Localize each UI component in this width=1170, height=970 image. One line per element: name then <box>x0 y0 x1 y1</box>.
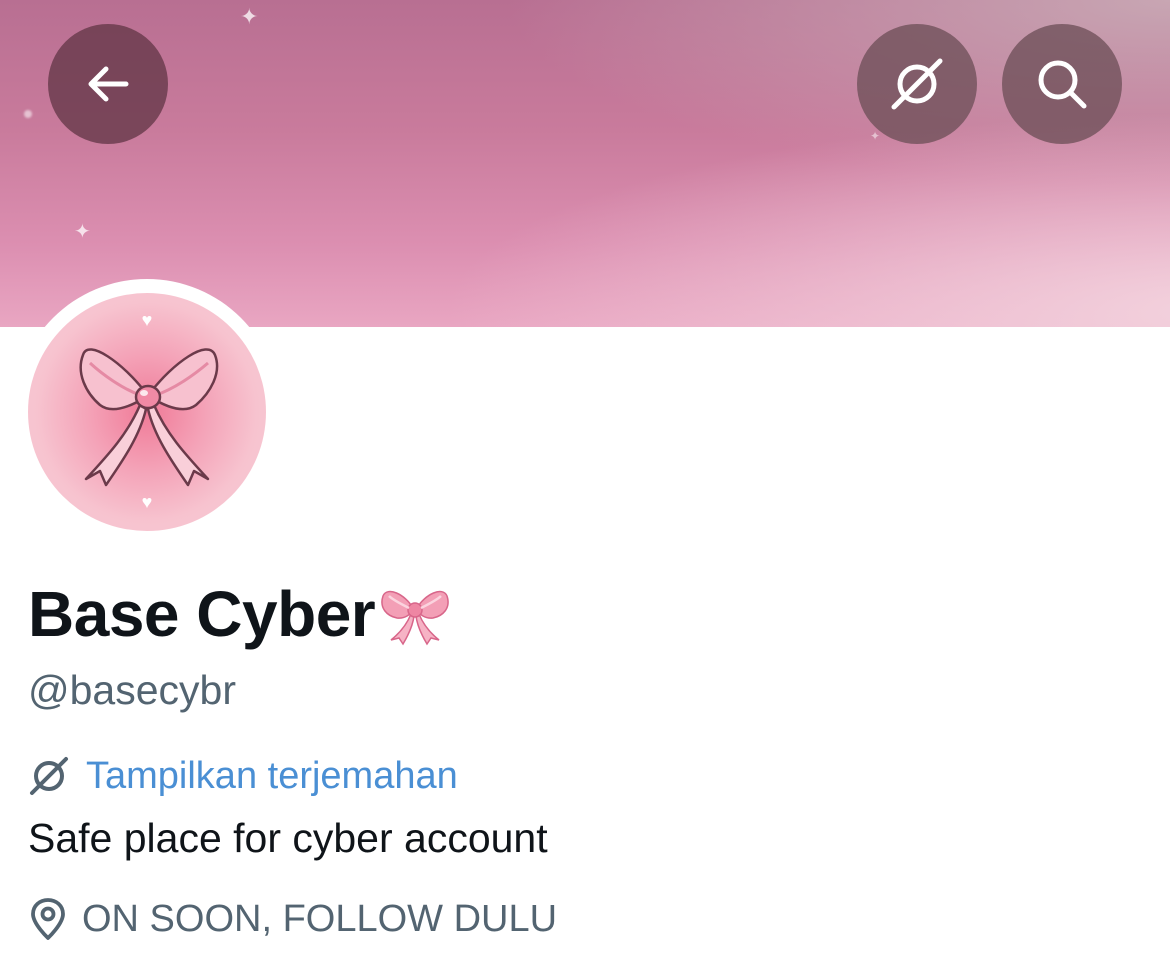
arrow-left-icon <box>88 66 129 102</box>
back-button[interactable] <box>48 24 168 144</box>
display-name: Base Cyber <box>28 578 453 650</box>
profile-banner[interactable]: ✦ ✦ ✦ <box>0 0 1170 327</box>
show-translation-link[interactable]: Tampilkan terjemahan <box>28 752 458 800</box>
heart-icon: ♥ <box>141 492 153 512</box>
ribbon-emoji-icon <box>381 590 449 646</box>
location-pin-icon <box>31 898 65 940</box>
profile-location: ON SOON, FOLLOW DULU <box>28 894 557 944</box>
sparkle-decoration: ✦ <box>74 221 91 243</box>
show-translation-label[interactable]: Tampilkan terjemahan <box>86 752 458 800</box>
translate-globe-icon <box>891 58 943 110</box>
translate-button[interactable] <box>857 24 977 144</box>
profile-page: ✦ ✦ ✦ ♥ ♥ Base Cyber @basecybr Tampilkan… <box>0 0 1170 970</box>
avatar[interactable]: ♥ ♥ <box>28 293 266 531</box>
sparkle-decoration: ✦ <box>240 4 259 29</box>
sparkle-decoration: ✦ <box>870 129 881 143</box>
translate-globe-icon <box>30 757 68 795</box>
location-text: ON SOON, FOLLOW DULU <box>82 898 558 940</box>
display-name-text: Base Cyber <box>28 578 376 650</box>
search-button[interactable] <box>1002 24 1122 144</box>
profile-bio: Safe place for cyber account <box>28 815 548 861</box>
username-handle: @basecybr <box>28 667 236 713</box>
search-icon <box>1038 60 1087 109</box>
glow-dot-decoration <box>24 110 32 118</box>
